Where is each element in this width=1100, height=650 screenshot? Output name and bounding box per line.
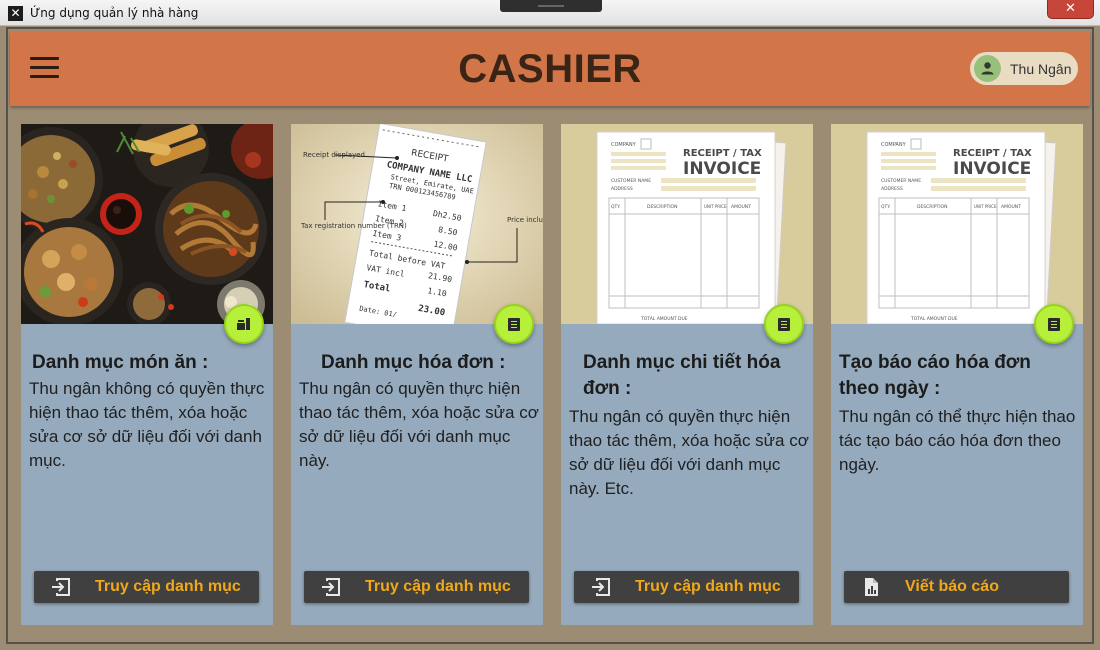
invoice-heading: INVOICE bbox=[953, 159, 1031, 179]
card-title: Danh mục hóa đơn : bbox=[321, 352, 506, 373]
invoice-amount-label: AMOUNT bbox=[731, 204, 751, 210]
receipt-icon[interactable] bbox=[1034, 304, 1074, 344]
app-icon: ✕ bbox=[8, 6, 23, 21]
user-name: Thu Ngân bbox=[1010, 61, 1072, 77]
invoice-total-due-label: TOTAL AMOUNT DUE bbox=[640, 316, 688, 322]
food-icon[interactable] bbox=[224, 304, 264, 344]
open-invoice-detail-catalog-button[interactable]: Truy cập danh mục bbox=[574, 571, 799, 603]
card-title: Tạo báo cáo hóa đơn theo ngày : bbox=[839, 352, 1031, 399]
user-chip[interactable]: Thu Ngân bbox=[970, 52, 1078, 85]
write-report-button[interactable]: Viết báo cáo bbox=[844, 571, 1069, 603]
login-arrow-icon bbox=[592, 578, 610, 596]
invoice-qty-label: QTY. bbox=[881, 204, 891, 210]
note-price: Price includes VAT bbox=[507, 216, 543, 224]
open-invoice-catalog-button[interactable]: Truy cập danh mục bbox=[304, 571, 529, 603]
card-daily-report: COMPANY RECEIPT / TAX INVOICE CUSTOMER N… bbox=[831, 124, 1083, 625]
invoice-unit-price-label: UNIT PRICE bbox=[704, 204, 727, 209]
invoice-total-due-label: TOTAL AMOUNT DUE bbox=[910, 316, 958, 322]
invoice-qty-label: QTY. bbox=[611, 204, 621, 210]
login-arrow-icon bbox=[52, 578, 70, 596]
card-title: Danh mục chi tiết hóa đơn : bbox=[583, 352, 781, 399]
note-receipt: Receipt displayed bbox=[303, 151, 365, 159]
invoice-receipt-tax: RECEIPT / TAX bbox=[953, 148, 1032, 159]
invoice-description-label: DESCRIPTION bbox=[917, 204, 947, 210]
card-title: Danh mục món ăn : bbox=[32, 352, 209, 373]
page-title: CASHIER bbox=[458, 47, 642, 91]
login-arrow-icon bbox=[322, 578, 340, 596]
card-food-catalog: Danh mục món ăn : Thu ngân không có quyề… bbox=[21, 124, 273, 625]
invoice-unit-price-label: UNIT PRICE bbox=[974, 204, 997, 209]
window-drag-grip[interactable] bbox=[500, 0, 602, 12]
invoice-company-label: COMPANY bbox=[611, 142, 637, 148]
app-frame: CASHIER Thu Ngân Danh mục món ăn: Thu n… bbox=[6, 27, 1094, 644]
button-label: Truy cập danh mục bbox=[95, 578, 241, 595]
receipt-photo: RECEIPT COMPANY NAME LLC Street, Emirate… bbox=[291, 124, 543, 324]
card-description: Thu ngân không có quyền thực hiện thao t… bbox=[29, 379, 265, 470]
invoice-description-label: DESCRIPTION bbox=[647, 204, 677, 210]
app-header: CASHIER Thu Ngân bbox=[10, 31, 1090, 106]
receipt-icon[interactable] bbox=[494, 304, 534, 344]
invoice-document: COMPANY RECEIPT / TAX INVOICE CUSTOMER N… bbox=[561, 124, 813, 324]
invoice-amount-label: AMOUNT bbox=[1001, 204, 1021, 210]
card-invoice-detail-catalog: COMPANY RECEIPT / TAX INVOICE CUSTOMER N… bbox=[561, 124, 813, 625]
food-photo bbox=[21, 124, 273, 324]
invoice-customer-label: CUSTOMER NAME bbox=[611, 178, 651, 184]
invoice-address-label: ADDRESS bbox=[881, 186, 903, 192]
receipt-icon[interactable] bbox=[764, 304, 804, 344]
invoice-receipt-tax: RECEIPT / TAX bbox=[683, 148, 762, 159]
invoice-company-label: COMPANY bbox=[881, 142, 907, 148]
card-description: Thu ngân có quyền thực hiện thao tác thê… bbox=[299, 379, 539, 470]
invoice-document: COMPANY RECEIPT / TAX INVOICE CUSTOMER N… bbox=[831, 124, 1083, 324]
person-icon bbox=[974, 55, 1001, 82]
button-label: Truy cập danh mục bbox=[635, 578, 781, 595]
button-label: Truy cập danh mục bbox=[365, 578, 511, 595]
card-description: Thu ngân có quyền thực hiện thao tác thê… bbox=[569, 407, 809, 498]
window-title: Ứng dụng quản lý nhà hàng bbox=[30, 6, 199, 20]
card-invoice-catalog: RECEIPT COMPANY NAME LLC Street, Emirate… bbox=[291, 124, 543, 625]
window-close-button[interactable]: ✕ bbox=[1047, 0, 1094, 19]
card-description: Thu ngân có thể thực hiện thao tác tạo b… bbox=[839, 407, 1076, 474]
report-file-icon bbox=[865, 578, 878, 596]
note-trn: Tax registration number (TRN) bbox=[300, 222, 407, 230]
window-titlebar[interactable]: ✕ Ứng dụng quản lý nhà hàng ✕ bbox=[0, 0, 1100, 26]
button-label: Viết báo cáo bbox=[905, 578, 999, 595]
invoice-heading: INVOICE bbox=[683, 159, 761, 179]
invoice-address-label: ADDRESS bbox=[611, 186, 633, 192]
open-food-catalog-button[interactable]: Truy cập danh mục bbox=[34, 571, 259, 603]
invoice-customer-label: CUSTOMER NAME bbox=[881, 178, 921, 184]
